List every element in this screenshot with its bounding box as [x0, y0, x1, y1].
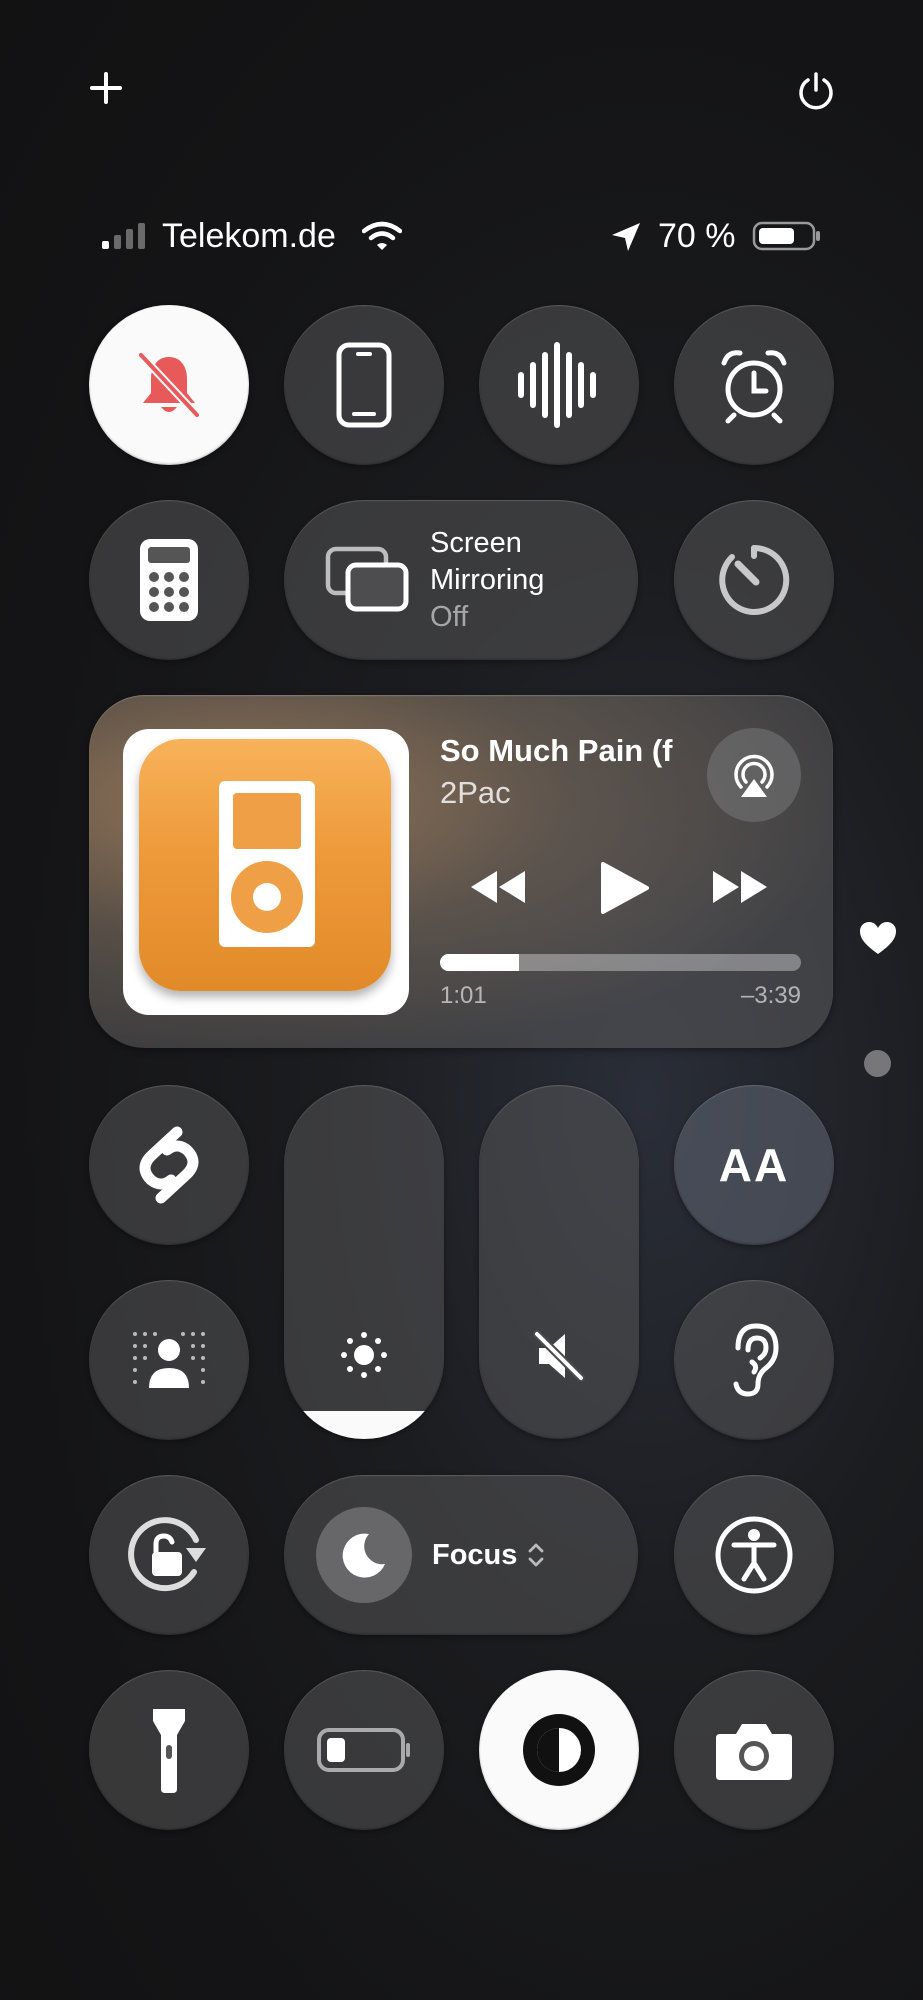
flashlight-button[interactable]: [89, 1670, 249, 1830]
album-artwork: [123, 729, 409, 1015]
shazam-button[interactable]: [89, 1085, 249, 1245]
calculator-button[interactable]: [89, 500, 249, 660]
alarm-icon: [721, 350, 787, 424]
ear-icon: [733, 1323, 779, 1397]
person-background-icon: [133, 1332, 205, 1388]
accessibility-icon: [715, 1516, 793, 1594]
airplay-icon: [734, 754, 774, 797]
fast-forward-button[interactable]: [711, 867, 769, 907]
calculator-icon: [140, 539, 198, 621]
focus-label: Focus: [432, 1538, 518, 1571]
heart-icon: [860, 922, 896, 954]
brightness-fill: [284, 1410, 444, 1439]
flashlight-icon: [153, 1709, 185, 1793]
alarm-button[interactable]: [674, 305, 834, 465]
screen-orientation-button[interactable]: [284, 305, 444, 465]
battery-icon: [752, 221, 820, 251]
playback-progress-bar[interactable]: [440, 954, 801, 971]
remaining-time: –3:39: [740, 982, 801, 1009]
background-sounds-button[interactable]: [89, 1280, 249, 1440]
add-control-button[interactable]: [88, 70, 124, 106]
power-icon: [799, 72, 833, 110]
timer-button[interactable]: [674, 500, 834, 660]
page-dot[interactable]: [864, 1050, 891, 1077]
camera-icon: [716, 1724, 792, 1780]
speaker-muted-icon: [533, 1330, 585, 1382]
wifi-icon: [362, 221, 402, 250]
camera-button[interactable]: [674, 1670, 834, 1830]
low-power-mode-button[interactable]: [284, 1670, 444, 1830]
screen-mirroring-status: Off: [430, 600, 469, 633]
ipod-icon: [219, 781, 315, 947]
power-button[interactable]: [796, 70, 836, 110]
playback-progress-fill: [440, 954, 520, 971]
moon-icon: [342, 1533, 385, 1578]
orientation-lock-button[interactable]: [89, 1475, 249, 1635]
bell-slash-icon: [137, 351, 201, 419]
accessibility-button[interactable]: [674, 1475, 834, 1635]
text-size-label: AA: [719, 1138, 789, 1192]
ipod-app-icon: [139, 739, 391, 991]
location-arrow-icon: [612, 223, 640, 251]
chevron-up-down-icon: [529, 1543, 544, 1567]
track-title: So Much Pain (f: [440, 733, 673, 768]
carrier-label: Telekom.de: [162, 217, 336, 255]
sound-recognition-button[interactable]: [479, 305, 639, 465]
screen-mirroring-title-2: Mirroring: [430, 563, 545, 596]
plus-icon: [90, 72, 122, 104]
sun-icon: [341, 1332, 387, 1378]
volume-slider[interactable]: [479, 1085, 639, 1439]
status-bar: Telekom.de 70 %: [100, 215, 830, 257]
dark-mode-button[interactable]: [479, 1670, 639, 1830]
timer-icon: [719, 544, 790, 615]
signal-icon: [102, 223, 145, 249]
orientation-lock-icon: [128, 1517, 206, 1592]
play-icon: [601, 862, 649, 914]
hearing-button[interactable]: [674, 1280, 834, 1440]
favorites-page-button[interactable]: [858, 920, 898, 956]
iphone-icon: [336, 342, 392, 428]
waveform-icon: [518, 342, 596, 428]
play-button[interactable]: [597, 860, 649, 916]
screen-mirroring-icon: [325, 546, 409, 612]
rewind-button[interactable]: [469, 867, 527, 907]
text-size-button[interactable]: AA: [674, 1085, 834, 1245]
now-playing-card[interactable]: So Much Pain (f 2Pac 1:01 –3:39: [89, 695, 833, 1048]
screen-mirroring-button[interactable]: Screen Mirroring Off: [284, 500, 638, 660]
text-size-label-text: AA: [718, 1139, 790, 1191]
screen-mirroring-title-1: Screen: [430, 526, 522, 559]
airplay-button[interactable]: [707, 728, 801, 822]
silent-mode-toggle[interactable]: [89, 305, 249, 465]
rewind-icon: [471, 871, 525, 903]
screen-mirroring-text: Screen Mirroring Off: [430, 525, 544, 636]
battery-low-icon: [317, 1728, 410, 1772]
shazam-icon: [139, 1126, 199, 1204]
elapsed-time: 1:01: [440, 982, 487, 1009]
brightness-slider[interactable]: [284, 1085, 444, 1439]
focus-button[interactable]: Focus: [284, 1475, 638, 1635]
dark-mode-icon: [523, 1714, 595, 1786]
battery-percent: 70 %: [658, 217, 736, 255]
track-artist: 2Pac: [440, 775, 511, 810]
focus-moon-circle: [316, 1507, 412, 1603]
fast-forward-icon: [713, 871, 767, 903]
